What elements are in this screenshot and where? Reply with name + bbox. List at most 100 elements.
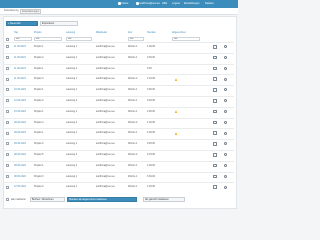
edit-icon[interactable] [213,142,217,146]
bulk-action-bar: alle markieren Buchen / Abrechnen Stunde… [3,196,234,204]
row-time: Woche 1 [128,163,138,167]
mark-billed-button[interactable]: Stunden als abgerechnet markieren [67,197,137,202]
filter-projekt[interactable]: alle [34,37,62,41]
new-entry-button[interactable]: + Neue Zeit [6,21,38,26]
search-icon[interactable] [224,66,227,70]
row-checkbox[interactable] [6,131,9,135]
edit-icon[interactable] [213,66,217,71]
filter-tag[interactable]: alle [14,37,32,41]
breadcrumb-home[interactable]: Zeiterfassung [4,9,18,12]
column-header-leistung[interactable]: Leistung [66,31,75,34]
column-header-zeit[interactable]: Zeit [128,31,132,34]
column-header-stunden[interactable]: Stunden [147,31,156,34]
row-time: Woche 1 [128,99,138,102]
nav-label: testfirma@ceu.eu [139,2,160,5]
row-date-link[interactable]: 07.09.2024 [14,185,26,188]
row-checkbox[interactable] [6,45,9,49]
row-checkbox[interactable] [6,174,9,178]
row-checkbox[interactable] [6,120,9,124]
row-date-link[interactable]: 11.09.2024 [14,45,26,48]
row-hours: 1:15,00 [147,77,155,81]
bulk-book-button[interactable]: Buchen / Abrechnen [30,197,65,202]
mark-booked-button[interactable]: Als gebucht markieren [143,197,185,202]
row-date-link[interactable]: 11.09.2024 [14,56,26,59]
edit-icon[interactable] [213,99,217,103]
row-date-link[interactable]: 10.09.2024 [14,110,26,113]
search-icon[interactable] [224,131,227,135]
row-project: Projekt 3 [34,174,44,178]
row-date-link[interactable]: 10.09.2024 [14,99,26,102]
row-checkbox[interactable] [6,56,9,59]
row-date-link[interactable]: 11.09.2024 [14,77,26,80]
column-header-abgerechnet[interactable]: Abgerechnet [172,31,186,34]
export-button[interactable]: Exportieren [40,21,78,26]
search-icon[interactable] [224,56,227,59]
row-divider [3,182,234,184]
row-employee: testfirma@ceu.eu [96,88,115,92]
nav-item-user[interactable]: Name [118,2,128,5]
row-checkbox[interactable] [6,99,9,103]
edit-icon[interactable] [213,55,217,60]
filter-abgerechnet[interactable]: alle [172,37,200,41]
row-date-link[interactable]: 08.09.2024 [14,164,26,167]
column-header-mitarbeiter[interactable]: Mitarbeiter [96,31,107,34]
warning-icon [175,77,177,81]
row-checkbox[interactable] [6,88,9,92]
search-icon[interactable] [224,164,227,167]
row-checkbox[interactable] [6,153,9,157]
search-icon[interactable] [224,120,227,124]
edit-icon[interactable] [213,109,217,114]
row-employee: testfirma@ceu.eu [96,45,115,48]
nav-item-help[interactable]: Hilfe [162,2,167,5]
row-checkbox[interactable] [6,66,9,70]
search-icon[interactable] [224,110,227,113]
row-divider [3,52,234,54]
row-project: Projekt 4 [34,120,44,124]
row-date-link[interactable]: 08.09.2024 [14,175,26,178]
search-icon[interactable] [224,185,227,189]
row-project: Projekt 2 [34,55,44,59]
edit-icon[interactable] [213,131,217,135]
filter-zeit[interactable]: alle [128,37,144,41]
nav-item-logout[interactable]: Logout [172,2,180,5]
nav-item-account[interactable]: testfirma@ceu.eu [136,2,160,5]
edit-icon[interactable] [213,77,217,81]
search-icon[interactable] [224,77,227,81]
warning-icon [175,131,177,135]
row-hours: 0:45,00 [147,142,155,146]
row-date-link[interactable]: 08.09.2024 [14,153,26,156]
edit-icon[interactable] [213,88,217,92]
row-date-link[interactable]: 09.09.2024 [14,131,26,134]
row-date-link[interactable]: 10.09.2024 [14,88,26,91]
nav-item-settings[interactable]: Einstellungen [184,2,200,5]
row-project: Projekt 1 [34,163,44,167]
row-checkbox[interactable] [6,185,9,189]
edit-icon[interactable] [213,185,217,189]
row-service: Leistung 1 [66,109,78,113]
row-date-link[interactable]: 11.09.2024 [14,67,26,70]
row-date-link[interactable]: 09.09.2024 [14,142,26,145]
row-service: Leistung 2 [66,163,78,167]
filter-leistung[interactable]: alle [66,37,92,41]
row-checkbox[interactable] [6,110,9,113]
row-checkbox[interactable] [6,142,9,146]
row-date-link[interactable]: 09.09.2024 [14,121,26,124]
select-all-bottom-checkbox[interactable] [6,198,9,201]
row-divider [3,150,234,151]
row-project: Projekt 2 [34,99,44,102]
edit-icon[interactable] [213,120,217,125]
row-hours: 4:00,00 [147,131,155,135]
edit-icon[interactable] [213,163,217,168]
nav-item-files[interactable]: Dateien [205,2,214,5]
edit-icon[interactable] [213,45,217,49]
row-hours: 0:30,00 [147,99,155,102]
edit-icon[interactable] [213,153,217,157]
select-all-checkbox[interactable] [6,37,9,41]
row-time: Woche 2 [128,153,138,156]
column-header-tag[interactable]: Tag [14,31,18,34]
row-checkbox[interactable] [6,164,9,167]
search-icon[interactable] [224,174,227,178]
column-header-projekt[interactable]: Projekt [34,31,41,34]
edit-icon[interactable] [213,174,217,179]
row-checkbox[interactable] [6,77,9,81]
